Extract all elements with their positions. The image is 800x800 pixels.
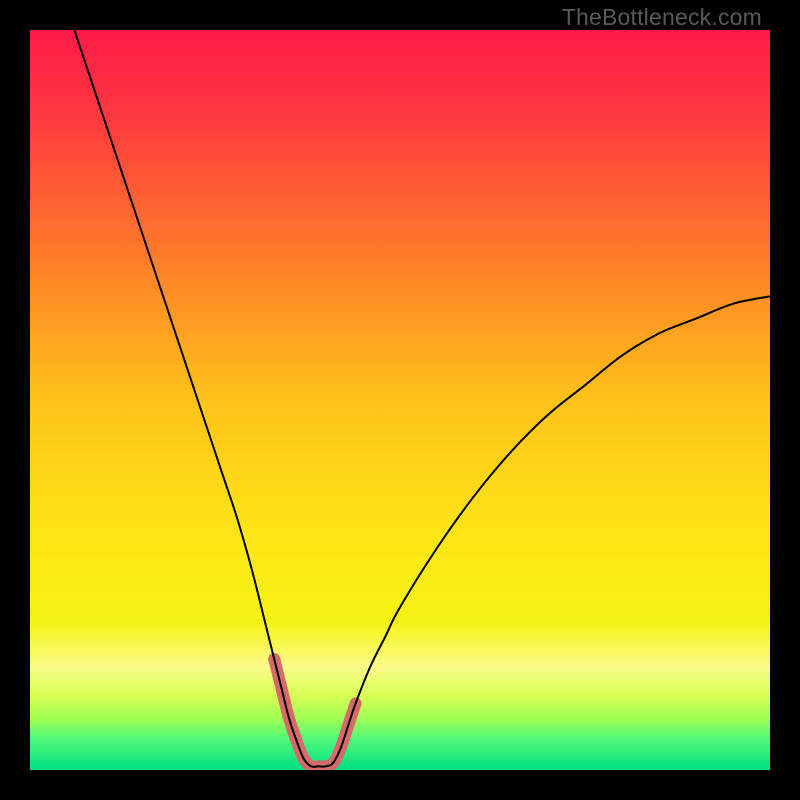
highlight-band <box>274 659 355 767</box>
plot-area <box>30 30 770 770</box>
curve-layer <box>30 30 770 770</box>
chart-frame: TheBottleneck.com <box>0 0 800 800</box>
watermark-text: TheBottleneck.com <box>562 4 762 31</box>
bottleneck-curve <box>74 30 770 767</box>
